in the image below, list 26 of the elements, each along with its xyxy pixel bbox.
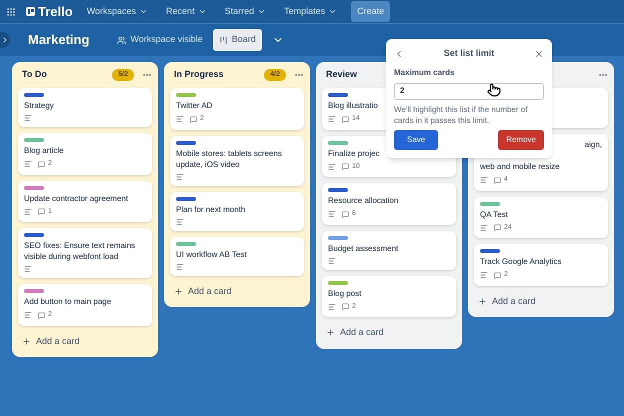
card-title: SEO fixes: Ensure text remains visible during webfont load [24,240,136,262]
list-title: To Do [22,68,47,82]
list-title: In Progress [174,68,224,82]
field-label: Maximum cards [394,66,456,78]
help-text: We'll highlight this list if the number of cards in it passes this limit. [394,104,528,126]
card-title: UI workflow AB Test [176,248,247,260]
card-title: Twitter AD [176,100,212,111]
card-title: Budget assessment [328,242,398,254]
card-title: Blog article [24,145,64,156]
card-title: web and mobile resize [480,161,560,172]
card-title: Update contractor agreement [24,192,128,204]
list-title: Review [326,68,358,82]
card-title: Plan for next month [176,204,246,214]
card-title: Blog illustratio [328,100,378,111]
card-title: Add button to main page [24,296,112,307]
card-title: Track Google Analytics [480,256,562,267]
popup-title: Set list limit [444,47,494,60]
card-title: aign, [584,139,602,150]
card-title: Mobile stores: tablets screens update, iOS video [176,148,283,170]
card-title: Finalize projec [328,148,380,158]
card-title: Resource allocation [328,195,398,206]
card-title: Blog post [328,288,362,298]
card-title: QA Test [480,208,508,220]
board-title: Marketing [28,31,90,50]
logo-text: Trello [38,2,73,21]
card-title: Strategy [24,100,54,111]
